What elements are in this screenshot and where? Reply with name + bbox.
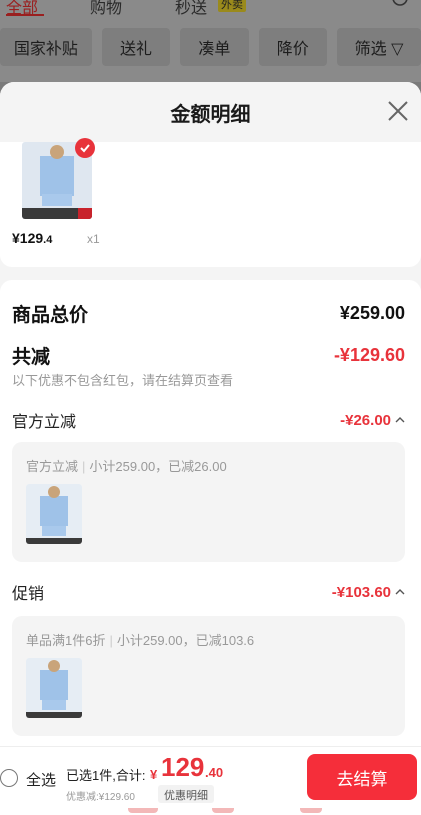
goods-total-row: 商品总价 ¥259.00 <box>12 300 405 327</box>
official-box-text: 官方立减 | 小计259.00，已减26.00 <box>26 459 227 474</box>
select-all-radio[interactable] <box>0 769 18 787</box>
active-tab-underline <box>6 14 44 16</box>
amount-breakdown: 商品总价 ¥259.00 共减 -¥129.60 以下优惠不包含红包，请在结算页… <box>0 280 421 746</box>
chip-filter[interactable]: 筛选 ▽ <box>337 28 421 66</box>
promo-detail-box: 单品满1件6折 | 小计259.00，已减103.6 <box>12 616 405 736</box>
chip-subsidy[interactable]: 国家补贴 <box>0 28 92 66</box>
total-reduce-label: 共减 <box>12 347 51 368</box>
reduce-note: 以下优惠不包含红包，请在结算页查看 <box>12 373 234 388</box>
total-decimal: .40 <box>205 765 224 780</box>
chip-bundle[interactable]: 凑单 <box>180 28 249 66</box>
price-dec: .4 <box>43 234 53 246</box>
chip-gift[interactable]: 送礼 <box>101 28 171 66</box>
product-qty: x1 <box>87 232 100 246</box>
promo-label: 促销 <box>12 586 45 603</box>
check-icon <box>75 138 95 158</box>
filter-chips: 国家补贴 送礼 凑单 降价 筛选 ▽ <box>0 28 421 66</box>
official-row[interactable]: 官方立减 -¥26.00 <box>12 408 405 432</box>
tab-shopping[interactable]: 购物 <box>90 0 122 18</box>
chip-price-drop[interactable]: 降价 <box>258 28 327 66</box>
promo-box-title: 单品满1件6折 <box>26 633 106 648</box>
nav-indicator <box>128 808 158 813</box>
official-amount: -¥26.00 <box>340 411 391 429</box>
checkout-button[interactable]: 去结算 <box>307 754 417 800</box>
select-all-label[interactable]: 全选 <box>26 769 56 790</box>
checkout-bar: 全选 已选1件,合计: ¥ 129 .40 优惠减:¥129.60 优惠明细 去… <box>0 746 421 808</box>
discount-text: 优惠减:¥129.60 <box>66 792 135 803</box>
close-icon[interactable] <box>385 98 411 124</box>
nav-indicator <box>300 808 322 813</box>
search-icon[interactable] <box>391 0 411 13</box>
total-integer: 129 <box>161 752 205 782</box>
promo-box-text: 单品满1件6折 | 小计259.00，已减103.6 <box>26 633 255 648</box>
promo-product-thumb <box>26 658 82 718</box>
product-price: ¥129.4 <box>12 230 52 246</box>
goods-total-amount: ¥259.00 <box>339 303 405 323</box>
sheet-header: 金额明细 <box>0 82 421 142</box>
official-box-title: 官方立减 <box>26 459 79 474</box>
background-page: 全部 购物 秒送 外卖 国家补贴 送礼 凑单 降价 筛选 ▽ <box>0 0 421 82</box>
official-detail-box: 官方立减 | 小计259.00，已减26.00 <box>12 442 405 562</box>
price-int: ¥129 <box>12 230 44 246</box>
chevron-up-icon[interactable] <box>395 585 405 599</box>
nav-indicator <box>212 808 234 813</box>
selected-summary: 已选1件,合计: <box>66 768 146 783</box>
promo-row[interactable]: 促销 -¥103.60 <box>12 580 405 604</box>
bottom-nav-strip <box>0 808 421 815</box>
total-reduce-amount: -¥129.60 <box>333 345 405 365</box>
background-tabs: 全部 购物 秒送 外卖 <box>0 0 421 20</box>
sheet-title: 金额明细 <box>170 103 251 126</box>
chevron-up-icon[interactable] <box>395 413 405 427</box>
official-amount-wrap: -¥26.00 <box>340 412 405 429</box>
promo-box-detail: 小计259.00，已减103.6 <box>116 633 255 648</box>
total-reduce-row: 共减 -¥129.60 <box>12 342 405 369</box>
official-box-detail: 小计259.00，已减26.00 <box>89 459 227 474</box>
discount-detail-button[interactable]: 优惠明细 <box>158 785 214 803</box>
total-currency: ¥ <box>150 767 158 782</box>
tab-express[interactable]: 秒送 <box>175 0 207 18</box>
product-card: ¥129.4 x1 <box>0 138 421 267</box>
official-label: 官方立减 <box>12 414 77 431</box>
promo-amount: -¥103.60 <box>331 583 391 601</box>
takeaway-badge: 外卖 <box>218 0 246 12</box>
official-product-thumb <box>26 484 82 544</box>
amount-detail-sheet: 金额明细 ¥129.4 x1 商品总价 ¥259.00 共减 -¥129.60 … <box>0 82 421 746</box>
promo-amount-wrap: -¥103.60 <box>332 584 405 601</box>
goods-total-label: 商品总价 <box>12 305 89 326</box>
